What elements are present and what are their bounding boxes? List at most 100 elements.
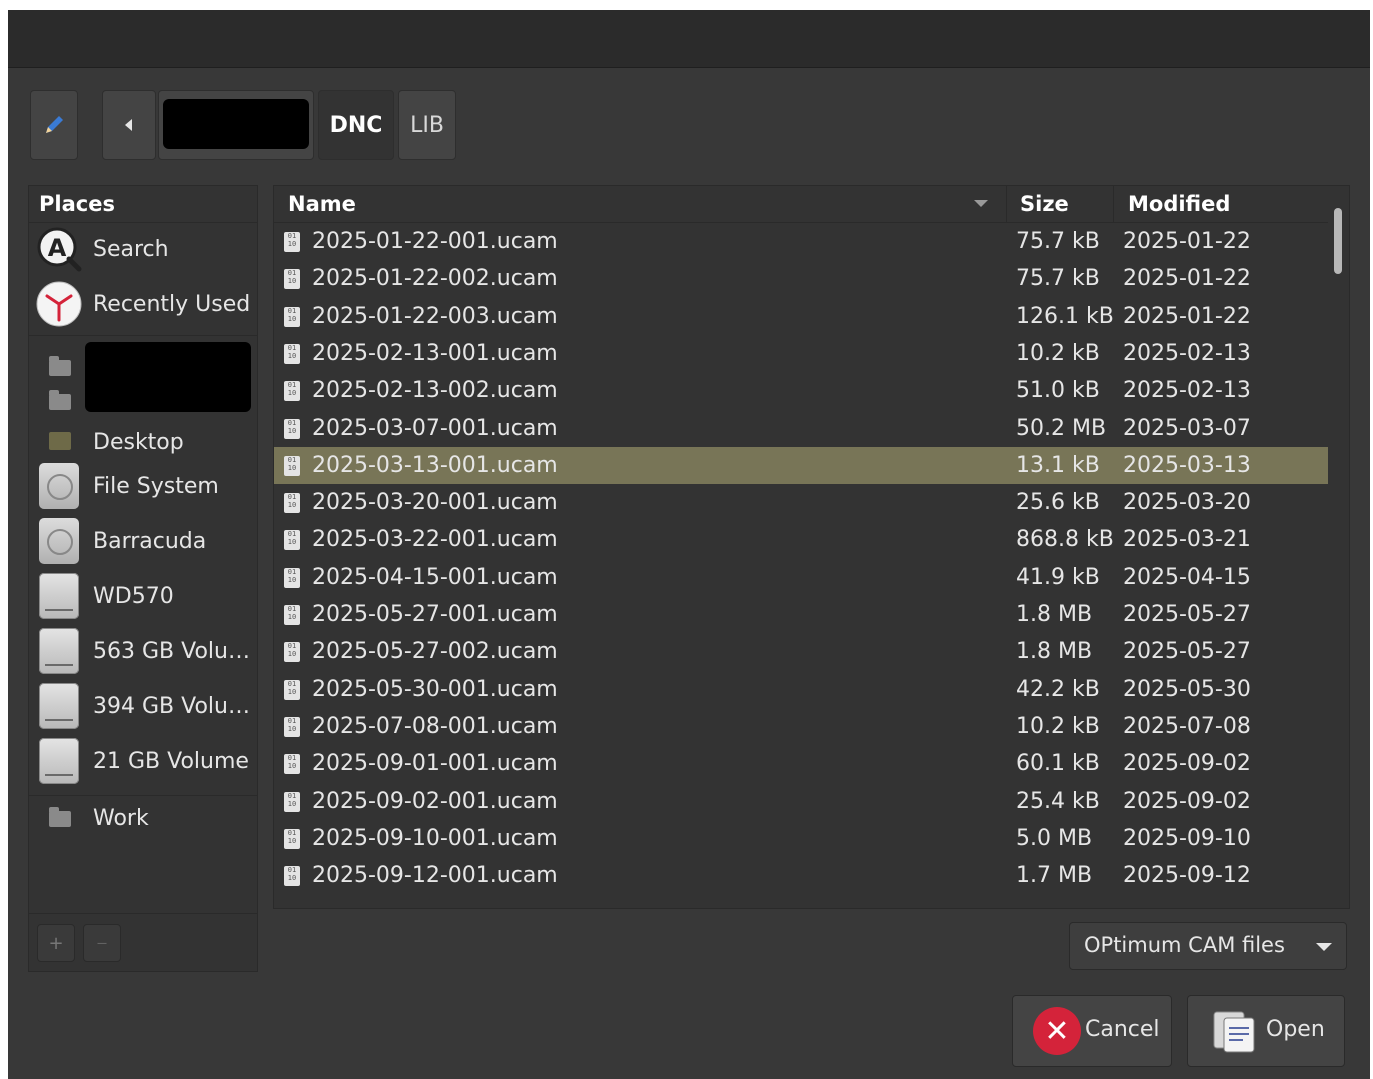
- folder-icon: [49, 356, 71, 376]
- path-crumb-redacted[interactable]: [158, 90, 314, 160]
- file-row[interactable]: 01 10 2025-03-20-001.ucam 25.6 kB 2025-03-20: [274, 484, 1328, 521]
- file-row[interactable]: 01 10 2025-09-12-001.ucam 1.7 MB 2025-09-12: [274, 857, 1328, 894]
- place-wd570[interactable]: WD570: [29, 569, 257, 624]
- search-icon: A: [37, 227, 82, 272]
- place-label: Recently Used: [93, 291, 251, 317]
- place-file-system[interactable]: File System: [29, 459, 257, 514]
- binary-file-icon: 01 10: [284, 455, 300, 476]
- file-name: 2025-09-10-001.ucam: [312, 825, 558, 851]
- binary-file-icon: 01 10: [284, 605, 300, 625]
- file-size: 25.6 kB: [1016, 490, 1100, 516]
- file-row[interactable]: 01 10 2025-01-22-001.ucam 75.7 kB 2025-01-22: [274, 223, 1328, 260]
- place-label: Search: [93, 236, 169, 262]
- place-563gb-volume[interactable]: 563 GB Volu…: [29, 624, 257, 679]
- edit-location-button[interactable]: [30, 90, 78, 160]
- redacted-block: [163, 99, 309, 149]
- file-size: 126.1 kB: [1016, 303, 1114, 329]
- file-row[interactable]: 01 10 2025-05-27-002.ucam 1.8 MB 2025-05-27: [274, 633, 1328, 670]
- place-label: 21 GB Volume: [93, 749, 249, 774]
- file-row[interactable]: 01 10 2025-09-02-001.ucam 25.4 kB 2025-09-02: [274, 783, 1328, 820]
- file-name: 2025-03-07-001.ucam: [312, 415, 558, 441]
- file-modified: 2025-01-22: [1123, 266, 1251, 292]
- svg-text:A: A: [48, 234, 67, 262]
- path-crumb-lib[interactable]: LIB: [398, 90, 456, 160]
- file-size: 25.4 kB: [1016, 788, 1100, 814]
- file-modified: 2025-02-13: [1123, 378, 1251, 404]
- column-modified-header[interactable]: Modified: [1128, 186, 1230, 222]
- file-row[interactable]: 01 10 2025-01-22-002.ucam 75.7 kB 2025-01-22: [274, 260, 1328, 297]
- file-row[interactable]: 01 10 2025-05-30-001.ucam 42.2 kB 2025-05-30: [274, 671, 1328, 708]
- open-button[interactable]: Open: [1187, 995, 1345, 1067]
- binary-file-icon: 01 10: [284, 679, 300, 700]
- place-label: Desktop: [93, 429, 184, 455]
- file-modified: 2025-09-02: [1123, 751, 1251, 777]
- vertical-scrollbar[interactable]: [1334, 208, 1342, 274]
- file-list-header: Name Size Modified: [274, 186, 1328, 223]
- column-divider: [1006, 186, 1007, 222]
- binary-file-icon: 01 10: [284, 567, 300, 588]
- file-size: 42.2 kB: [1016, 676, 1100, 702]
- file-row[interactable]: 01 10 2025-05-27-001.ucam 1.8 MB 2025-05-27: [274, 596, 1328, 633]
- file-row[interactable]: 01 10 2025-03-22-001.ucam 868.8 kB 2025-03-2…: [274, 521, 1328, 558]
- binary-file-icon: 01 10: [284, 381, 300, 402]
- place-barracuda[interactable]: Barracuda: [29, 514, 257, 569]
- filter-label: OPtimum CAM files: [1084, 933, 1285, 957]
- places-header: Places: [29, 186, 257, 223]
- pencil-icon: [46, 116, 63, 133]
- file-name: 2025-03-20-001.ucam: [312, 490, 558, 516]
- remove-bookmark-button[interactable]: —: [83, 924, 121, 962]
- clock-icon: [36, 281, 82, 327]
- file-row[interactable]: 01 10 2025-02-13-002.ucam 51.0 kB 2025-02-13: [274, 372, 1328, 409]
- file-chooser-dialog: DNC LIB Places A Search Recently Used De…: [8, 10, 1370, 1079]
- file-modified: 2025-05-30: [1123, 676, 1251, 702]
- crumb-label: LIB: [410, 112, 444, 138]
- binary-file-icon: 01 10: [284, 306, 300, 327]
- file-type-filter[interactable]: OPtimum CAM files: [1069, 922, 1347, 970]
- place-redacted[interactable]: [29, 342, 257, 412]
- file-modified: 2025-09-12: [1123, 863, 1251, 889]
- binary-file-icon: 01 10: [284, 716, 300, 737]
- binary-file-icon: 01 10: [284, 530, 300, 551]
- triangle-left-icon: [125, 119, 132, 131]
- place-label: Work: [93, 805, 149, 831]
- file-name: 2025-05-27-001.ucam: [312, 602, 558, 627]
- binary-file-icon: 01 10: [284, 754, 300, 775]
- file-size: 51.0 kB: [1016, 378, 1100, 404]
- file-row[interactable]: 01 10 2025-02-13-001.ucam 10.2 kB 2025-02-13: [274, 335, 1328, 372]
- path-crumb-dnc[interactable]: DNC: [318, 90, 394, 160]
- binary-file-icon: 01 10: [284, 791, 300, 812]
- file-list: Name Size Modified 01 10 2025-01-22-001.uc…: [273, 185, 1350, 909]
- binary-file-icon: 01 10: [284, 232, 300, 252]
- file-row[interactable]: 01 10 2025-04-15-001.ucam 41.9 kB 2025-04-15: [274, 559, 1328, 596]
- place-label: 563 GB Volu…: [93, 639, 250, 664]
- desktop-folder-icon: [49, 432, 71, 450]
- file-name: 2025-09-02-001.ucam: [312, 788, 558, 814]
- place-21gb-volume[interactable]: 21 GB Volume: [29, 734, 257, 789]
- drive-icon: [39, 683, 79, 729]
- add-bookmark-button[interactable]: +: [37, 924, 75, 962]
- path-back-button[interactable]: [102, 90, 156, 160]
- file-row[interactable]: 01 10 2025-01-22-003.ucam 126.1 kB 2025-01-2…: [274, 298, 1328, 335]
- cancel-label: Cancel: [1085, 1017, 1160, 1042]
- file-row[interactable]: 01 10 2025-03-13-001.ucam 13.1 kB 2025-03-13: [274, 446, 1328, 484]
- file-modified: 2025-04-15: [1123, 564, 1251, 590]
- column-name-header[interactable]: Name: [288, 186, 356, 222]
- file-row[interactable]: 01 10 2025-03-07-001.ucam 50.2 MB 2025-03-07: [274, 410, 1328, 447]
- file-row[interactable]: 01 10 2025-09-10-001.ucam 5.0 MB 2025-09-10: [274, 820, 1328, 857]
- file-row[interactable]: 01 10 2025-07-08-001.ucam 10.2 kB 2025-07-08: [274, 708, 1328, 745]
- titlebar[interactable]: [8, 10, 1370, 68]
- cancel-button[interactable]: ✕ Cancel: [1012, 995, 1172, 1067]
- place-recently-used[interactable]: Recently Used: [29, 279, 257, 329]
- place-work[interactable]: Work: [29, 793, 257, 843]
- column-size-header[interactable]: Size: [1020, 186, 1069, 222]
- drive-icon: [39, 628, 79, 674]
- file-row[interactable]: 01 10 2025-09-01-001.ucam 60.1 kB 2025-09-02: [274, 745, 1328, 782]
- file-name: 2025-05-30-001.ucam: [312, 676, 558, 702]
- place-search[interactable]: A Search: [29, 224, 257, 274]
- file-size: 50.2 MB: [1016, 415, 1107, 441]
- disc-icon: [39, 463, 79, 509]
- file-name: 2025-01-22-002.ucam: [312, 266, 558, 292]
- file-size: 10.2 kB: [1016, 713, 1100, 739]
- place-394gb-volume[interactable]: 394 GB Volu…: [29, 679, 257, 734]
- file-size: 1.7 MB: [1016, 863, 1093, 889]
